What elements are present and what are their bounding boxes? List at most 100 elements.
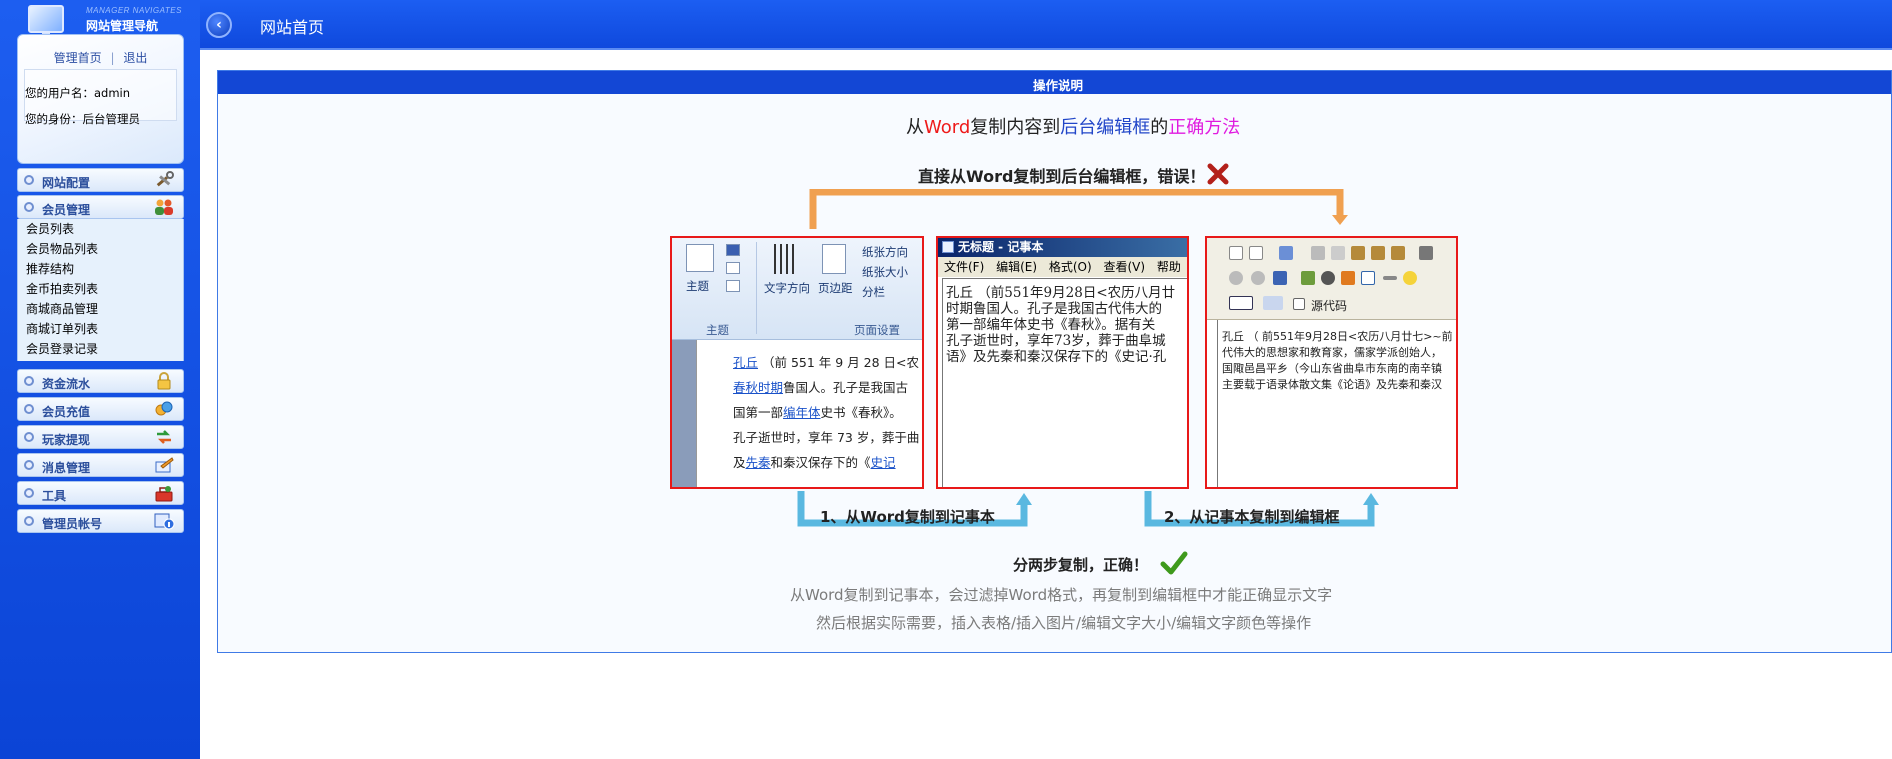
top-header: ‹ 网站首页 xyxy=(200,0,1892,50)
menu-tools[interactable]: 工具 xyxy=(17,481,184,505)
table-icon xyxy=(1361,271,1375,285)
coins-icon xyxy=(155,401,173,416)
anchor-icon xyxy=(1273,271,1287,285)
ribbon-size-label: 纸张大小 xyxy=(862,265,908,279)
step2-label: 2、从记事本复制到编辑框 xyxy=(1164,508,1340,526)
heading-part-correct-method: 正确方法 xyxy=(1168,117,1241,138)
computer-icon xyxy=(28,5,64,38)
sidebar: MANAGER NAVIGATES 网站管理导航 管理首页 | 退出 您的用户名… xyxy=(0,0,200,759)
text-color-icon xyxy=(1229,296,1253,310)
menu-admin-account[interactable]: 管理员帐号 xyxy=(17,509,184,533)
editor-line: 代伟大的思想家和教育家，儒家学派创始人， xyxy=(1222,346,1442,359)
editor-text-area: 孔丘 （ 前551年9月28日<农历八月廿七>~前 代伟大的思想家和教育家，儒家… xyxy=(1217,320,1456,487)
effects-icon xyxy=(726,280,740,292)
template-icon xyxy=(1279,246,1293,260)
ribbon-separator xyxy=(756,242,757,334)
lock-icon xyxy=(157,372,171,390)
doc-link: 春秋时期 xyxy=(733,380,784,395)
members-icon xyxy=(155,199,173,215)
doc-text: 国第一部 xyxy=(733,405,784,420)
submenu-item-shop-products[interactable]: 商城商品管理 xyxy=(18,299,183,319)
logo-title: 网站管理导航 xyxy=(86,19,159,33)
menu-message-management[interactable]: 消息管理 xyxy=(17,453,184,477)
ribbon-orientation-label: 纸张方向 xyxy=(862,245,908,259)
submenu-item-member-list[interactable]: 会员列表 xyxy=(18,219,183,239)
role-text: 您的身份：后台管理员 xyxy=(25,112,140,126)
user-links: 管理首页 | 退出 xyxy=(18,49,183,66)
panel-title: 操作说明 xyxy=(1033,78,1084,93)
ribbon-margins-label: 页边距 xyxy=(818,281,853,295)
admin-icon xyxy=(154,513,175,530)
logout-link[interactable]: 退出 xyxy=(123,51,147,65)
doc-text: （前 551 年 9 月 28 日<农 xyxy=(762,355,920,370)
menu-member-management[interactable]: 会员管理 xyxy=(17,195,184,219)
tools-icon xyxy=(156,171,174,187)
collapse-sidebar-button[interactable]: ‹ xyxy=(206,12,232,38)
doc-text: 和秦汉保存下的《 xyxy=(770,455,871,470)
heading-part-word: Word xyxy=(924,117,971,138)
submenu-item-shop-orders[interactable]: 商城订单列表 xyxy=(18,319,183,339)
bullet-icon xyxy=(24,488,34,498)
username-text: 您的用户名：admin xyxy=(25,86,131,100)
cross-icon xyxy=(1207,163,1229,185)
editor-screenshot: 源代码 孔丘 （ 前551年9月28日<农历八月廿七>~前 代伟大的思想家和教育… xyxy=(1205,236,1458,489)
word-ribbon: 主题 文字方向 页边距 纸张方向 纸张大小 分栏 主题 页面设置 xyxy=(672,238,922,340)
doc-text: 孔子逝世时，享年 73 岁，葬于曲 xyxy=(733,430,920,445)
paste-word-icon xyxy=(1391,246,1405,260)
source-code-button: 源代码 xyxy=(1311,299,1348,313)
menu-label: 玩家提现 xyxy=(42,433,91,447)
heading-part-editor: 后台编辑框 xyxy=(1060,117,1151,138)
font-icon xyxy=(726,262,740,274)
bullet-icon xyxy=(24,175,34,185)
copy-icon xyxy=(1331,246,1345,260)
logo: MANAGER NAVIGATES 网站管理导航 xyxy=(18,2,188,38)
menu-label: 消息管理 xyxy=(42,461,91,475)
ribbon-columns-label: 分栏 xyxy=(862,285,885,299)
step1-label: 1、从Word复制到记事本 xyxy=(820,508,995,526)
theme-icon xyxy=(686,244,714,272)
heading-part: 的 xyxy=(1150,117,1169,138)
edit-icon xyxy=(1341,271,1355,285)
orange-arrow xyxy=(809,189,1348,229)
description-line-1: 从Word复制到记事本，会过滤掉Word格式，再复制到编辑框中才能正确显示文字 xyxy=(790,586,1333,604)
ribbon-group-page-setup: 页面设置 xyxy=(854,323,900,337)
flash-icon xyxy=(1321,271,1335,285)
preview-icon xyxy=(1249,246,1263,260)
logo-subtitle: MANAGER NAVIGATES xyxy=(86,6,182,15)
editor-line: 主要载于语录体散文集《论语》及先秦和秦汉 xyxy=(1222,378,1442,391)
menu-site-config[interactable]: 网站配置 xyxy=(17,168,184,192)
notepad-titlebar: 无标题 - 记事本 xyxy=(938,238,1187,257)
transfer-icon xyxy=(157,430,171,444)
heading-part: 复制内容到 xyxy=(970,117,1061,138)
menu-member-recharge[interactable]: 会员充值 xyxy=(17,397,184,421)
submenu-item-gold-auction[interactable]: 金币拍卖列表 xyxy=(18,279,183,299)
image-icon xyxy=(1301,271,1315,285)
word-document-area: 孔丘 （前 551 年 9 月 28 日<农 春秋时期鲁国人。孔子是我国古 国第… xyxy=(672,340,922,487)
menu-label: 会员管理 xyxy=(42,203,91,217)
submenu-item-referral-structure[interactable]: 推荐结构 xyxy=(18,259,183,279)
bullet-icon xyxy=(24,516,34,526)
word-page: 孔丘 （前 551 年 9 月 28 日<农 春秋时期鲁国人。孔子是我国古 国第… xyxy=(696,340,922,487)
print-icon xyxy=(1419,246,1433,260)
menu-fund-flow[interactable]: 资金流水 xyxy=(17,369,184,393)
paste-icon xyxy=(1351,246,1365,260)
doc-link: 编年体 xyxy=(783,405,821,420)
menu-label: 管理员帐号 xyxy=(42,517,103,531)
source-code-icon xyxy=(1293,298,1305,310)
notepad-menubar: 文件(F) 编辑(E) 格式(O) 查看(V) 帮助 xyxy=(938,257,1187,277)
menu-label: 网站配置 xyxy=(42,176,91,190)
submenu-item-login-records[interactable]: 会员登录记录 xyxy=(18,339,183,359)
bullet-icon xyxy=(24,460,34,470)
admin-home-link[interactable]: 管理首页 xyxy=(54,51,102,65)
bullet-icon xyxy=(24,202,34,212)
panel-title-bar: 操作说明 xyxy=(218,71,1891,94)
submenu-item-member-items[interactable]: 会员物品列表 xyxy=(18,239,183,259)
menu-player-withdraw[interactable]: 玩家提现 xyxy=(17,425,184,449)
bullet-icon xyxy=(24,376,34,386)
word-screenshot: 主题 文字方向 页边距 纸张方向 纸张大小 分栏 主题 页面设置 孔丘 （前 5… xyxy=(670,236,924,489)
doc-text: 鲁国人。孔子是我国古 xyxy=(783,380,909,395)
editor-line: 国陬邑昌平乡（今山东省曲阜市东南的南辛镇 xyxy=(1222,362,1442,375)
unlink-icon xyxy=(1251,271,1265,285)
doc-link: 先秦 xyxy=(745,455,771,470)
cut-icon xyxy=(1311,246,1325,260)
